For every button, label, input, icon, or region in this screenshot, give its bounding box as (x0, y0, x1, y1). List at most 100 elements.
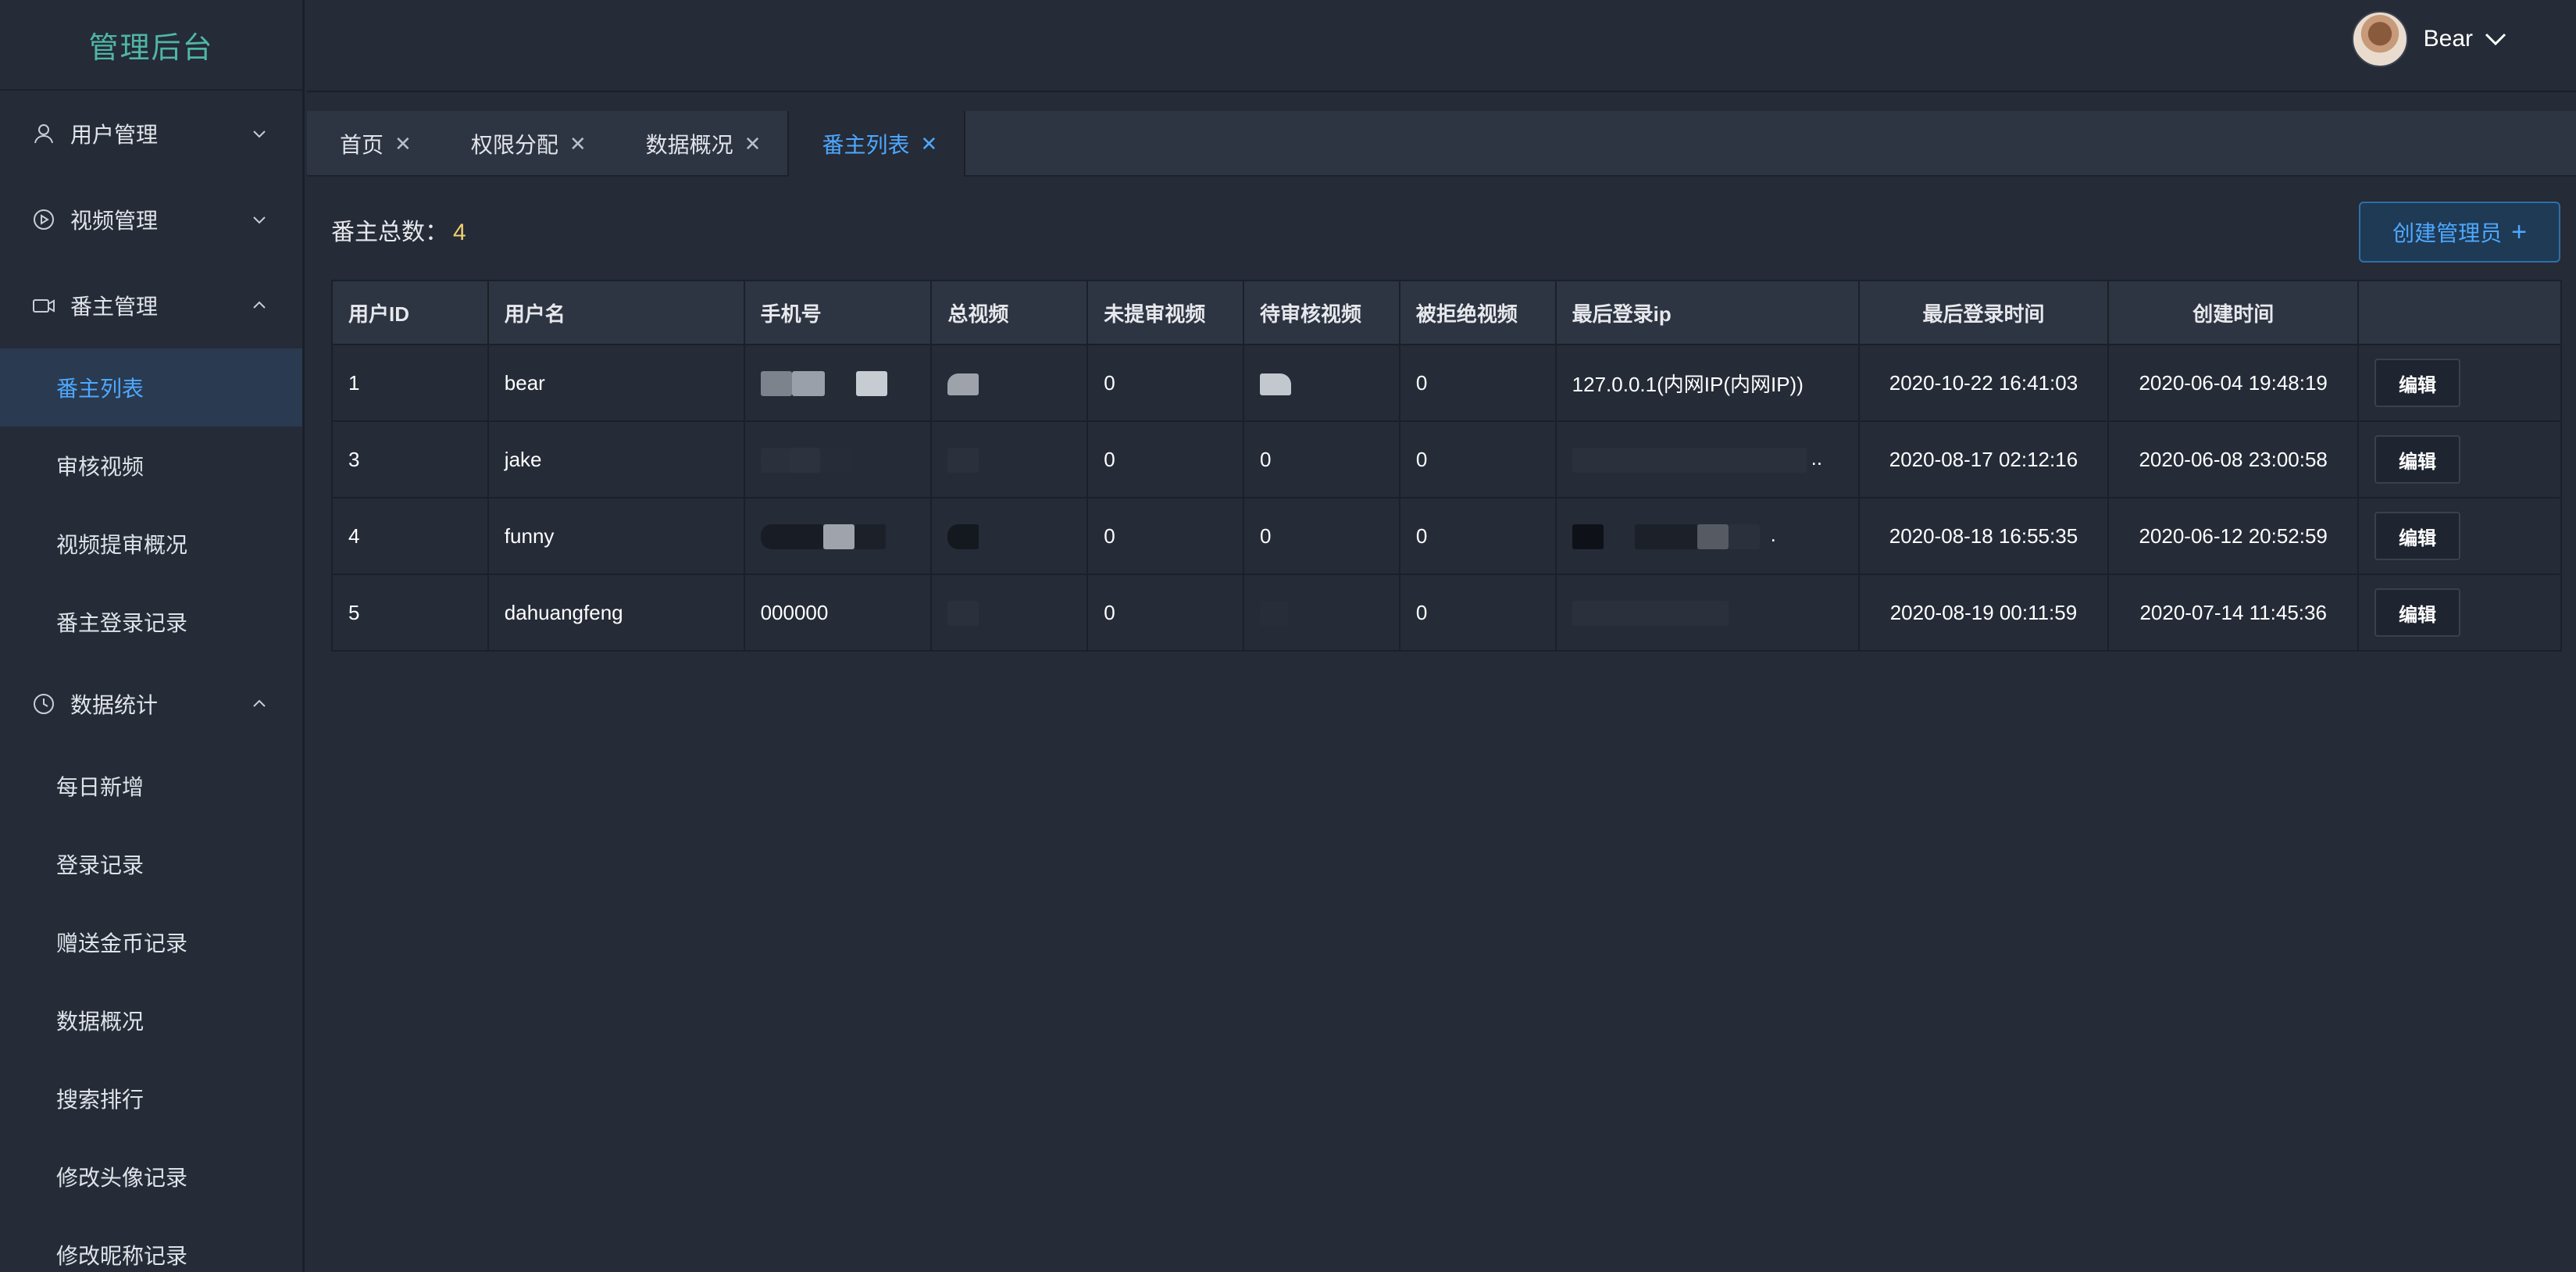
cell-actions: 编辑 (2357, 344, 2562, 422)
plus-icon: + (2511, 217, 2527, 247)
redacted-block (855, 370, 887, 396)
cell-phone (743, 344, 933, 422)
sidebar-item-coin-gift-log[interactable]: 赠送金币记录 (0, 903, 302, 981)
cell-last-login: 2020-10-22 16:41:03 (1857, 344, 2110, 422)
col-pending-videos: 待审核视频 (1243, 280, 1400, 345)
menu-group-label: 视频管理 (70, 209, 159, 233)
cell-phone (743, 420, 933, 498)
cell-unsubmitted: 0 (1086, 573, 1245, 652)
menu-group-uploader[interactable]: 番主管理 (0, 263, 302, 348)
sidebar-item-nickname-change-log[interactable]: 修改昵称记录 (0, 1216, 302, 1272)
redacted-block (1572, 600, 1729, 626)
cell-actions: 编辑 (2357, 573, 2562, 652)
ip-suffix: . (1770, 523, 1776, 547)
tab-permissions[interactable]: 权限分配 ✕ (438, 111, 613, 177)
sidebar-item-avatar-change-log[interactable]: 修改头像记录 (0, 1138, 302, 1216)
chevron-down-icon (253, 130, 266, 138)
cell-pending: 0 (1243, 497, 1400, 575)
user-menu[interactable]: Bear (2351, 11, 2507, 67)
avatar[interactable] (2351, 11, 2408, 67)
redacted-block (788, 447, 820, 473)
ip-suffix: .. (1811, 446, 1823, 470)
cell-id: 1 (331, 344, 489, 422)
cell-ip: . (1554, 497, 1860, 575)
cell-id: 4 (331, 497, 489, 575)
redacted-block (854, 523, 886, 549)
video-camera-icon (31, 293, 56, 318)
redacted-block (1634, 523, 1697, 549)
redacted-block (1260, 600, 1289, 626)
close-icon[interactable]: ✕ (394, 132, 412, 156)
close-icon[interactable]: ✕ (744, 132, 762, 156)
cell-pending: 0 (1243, 420, 1400, 498)
create-admin-label: 创建管理员 (2392, 221, 2503, 245)
redacted-block (947, 523, 979, 549)
close-icon[interactable]: ✕ (569, 132, 587, 156)
sidebar-item-login-log[interactable]: 登录记录 (0, 825, 302, 903)
redacted-block (819, 447, 851, 473)
tab-label: 首页 (340, 133, 384, 157)
tab-uploader-list[interactable]: 番主列表 ✕ (787, 111, 966, 177)
uploader-count: 番主总数： 4 (331, 213, 466, 247)
sidebar-item-submission-overview[interactable]: 视频提审概况 (0, 505, 302, 583)
cell-total (930, 344, 1089, 422)
col-unsubmitted-videos: 未提审视频 (1086, 280, 1245, 345)
cell-pending (1243, 573, 1400, 652)
tab-home[interactable]: 首页 ✕ (307, 111, 438, 177)
sidebar: 管理后台 用户管理 视频管理 番主管理 番主列表 审核视频 视频提审概况 番主登… (0, 0, 305, 1272)
cell-last-login: 2020-08-18 16:55:35 (1857, 497, 2110, 575)
col-phone: 手机号 (743, 280, 933, 345)
cell-name: bear (487, 344, 745, 422)
menu-group-label: 番主管理 (70, 295, 159, 319)
sidebar-item-search-rank[interactable]: 搜索排行 (0, 1059, 302, 1138)
menu-group-label: 数据统计 (70, 693, 159, 717)
redacted-block (760, 447, 789, 473)
tab-data-overview[interactable]: 数据概况 ✕ (613, 111, 788, 177)
cell-pending (1243, 344, 1400, 422)
edit-button[interactable]: 编辑 (2374, 512, 2461, 560)
close-icon[interactable]: ✕ (920, 132, 937, 156)
cell-rejected: 0 (1398, 573, 1557, 652)
menu-group-user[interactable]: 用户管理 (0, 91, 302, 177)
tab-bar: 首页 ✕ 权限分配 ✕ 数据概况 ✕ 番主列表 ✕ (307, 111, 2576, 177)
edit-button[interactable]: 编辑 (2374, 588, 2461, 637)
sidebar-item-review-video[interactable]: 审核视频 (0, 427, 302, 505)
sidebar-item-data-overview[interactable]: 数据概况 (0, 981, 302, 1059)
tab-label: 权限分配 (470, 133, 558, 157)
cell-created: 2020-06-04 19:48:19 (2107, 344, 2360, 422)
menu-group-stats[interactable]: 数据统计 (0, 661, 302, 747)
sidebar-item-daily-new[interactable]: 每日新增 (0, 747, 302, 825)
cell-unsubmitted: 0 (1086, 497, 1245, 575)
username[interactable]: Bear (2424, 26, 2473, 52)
col-username: 用户名 (487, 280, 745, 345)
cell-created: 2020-07-14 11:45:36 (2107, 573, 2360, 652)
play-circle-icon (31, 207, 56, 232)
redacted-block (791, 370, 825, 396)
col-created-time: 创建时间 (2107, 280, 2360, 345)
chevron-up-icon (253, 699, 266, 707)
col-rejected-videos: 被拒绝视频 (1398, 280, 1557, 345)
redacted-block (822, 523, 855, 549)
edit-button[interactable]: 编辑 (2374, 435, 2461, 484)
edit-button[interactable]: 编辑 (2374, 359, 2461, 407)
col-last-login-time: 最后登录时间 (1857, 280, 2110, 345)
redacted-block (1697, 523, 1729, 549)
chevron-down-icon (253, 216, 266, 224)
table-row: 1 bear 0 0 127.0.0.1(内网IP(内网IP)) 2020-10… (331, 344, 2562, 422)
menu-group-video[interactable]: 视频管理 (0, 177, 302, 263)
top-header: Bear (307, 0, 2576, 92)
sidebar-item-uploader-list[interactable]: 番主列表 (0, 348, 302, 427)
create-admin-button[interactable]: 创建管理员 + (2359, 202, 2560, 263)
user-icon (31, 121, 56, 146)
redacted-block (947, 600, 979, 626)
sidebar-item-uploader-login-log[interactable]: 番主登录记录 (0, 583, 302, 661)
cell-unsubmitted: 0 (1086, 420, 1245, 498)
redacted-block (947, 373, 979, 395)
tab-label: 数据概况 (645, 133, 733, 157)
chevron-down-icon[interactable] (2484, 31, 2507, 47)
cell-last-login: 2020-08-17 02:12:16 (1857, 420, 2110, 498)
redacted-block (1728, 523, 1760, 549)
cell-phone: 000000 (743, 573, 933, 652)
cell-name: jake (487, 420, 745, 498)
redacted-block (1260, 373, 1292, 395)
